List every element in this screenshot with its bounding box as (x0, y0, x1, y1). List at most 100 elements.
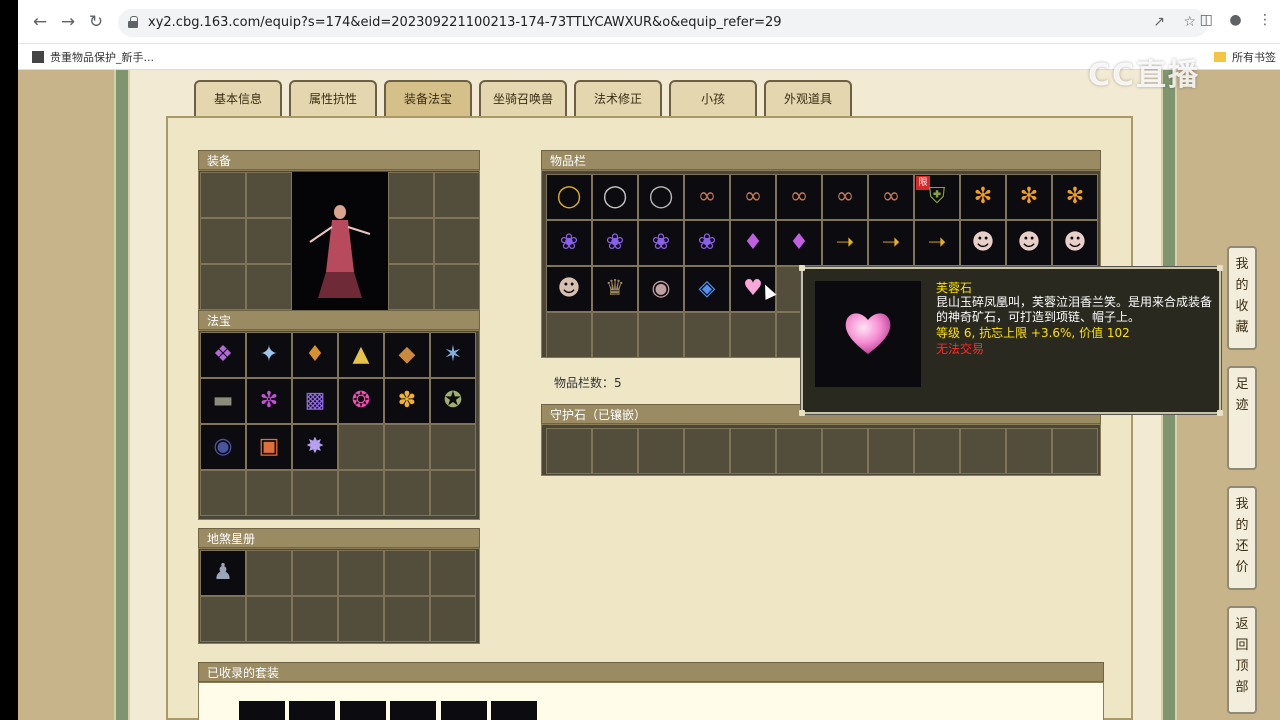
disha-slot[interactable] (200, 596, 246, 642)
fabao-item[interactable]: ▲ (338, 332, 384, 378)
inventory-item[interactable]: ✻ (960, 174, 1006, 220)
fabao-item[interactable]: ◆ (384, 332, 430, 378)
inventory-item[interactable]: ☻ (546, 266, 592, 312)
share-icon[interactable]: ↗ (1153, 14, 1165, 30)
inventory-slot[interactable] (638, 312, 684, 358)
sidepanel-icon[interactable]: ◫ (1200, 12, 1213, 28)
equip-slot[interactable] (200, 264, 246, 310)
guard-stone-slot[interactable] (1006, 428, 1052, 474)
fabao-item[interactable]: ♦ (292, 332, 338, 378)
fabao-item[interactable]: ❖ (200, 332, 246, 378)
equip-slot[interactable] (434, 172, 480, 218)
suit-item[interactable] (239, 701, 285, 720)
equip-slot[interactable] (246, 264, 292, 310)
tab-equipment[interactable]: 装备法宝 (384, 80, 472, 116)
fabao-slot[interactable] (338, 470, 384, 516)
disha-slot[interactable] (246, 596, 292, 642)
guard-stone-slot[interactable] (546, 428, 592, 474)
fabao-slot[interactable] (384, 470, 430, 516)
equip-slot[interactable] (434, 264, 480, 310)
inventory-item[interactable]: ➝ (868, 220, 914, 266)
fabao-slot[interactable] (200, 470, 246, 516)
sidebar-footprints[interactable]: 足迹 (1227, 366, 1257, 470)
fabao-item[interactable]: ◉ (200, 424, 246, 470)
disha-slot[interactable] (430, 596, 476, 642)
disha-item[interactable]: ♟ (200, 550, 246, 596)
inventory-item[interactable]: ❀ (592, 220, 638, 266)
guard-stone-slot[interactable] (1052, 428, 1098, 474)
guard-stone-slot[interactable] (822, 428, 868, 474)
inventory-item[interactable]: ☻ (1006, 220, 1052, 266)
profile-icon[interactable]: ● (1229, 12, 1241, 28)
inventory-item[interactable]: ➝ (914, 220, 960, 266)
inventory-slot[interactable] (684, 312, 730, 358)
inventory-item[interactable]: ◯ (592, 174, 638, 220)
inventory-item[interactable]: ◉ (638, 266, 684, 312)
fabao-item[interactable]: ✸ (292, 424, 338, 470)
guard-stone-slot[interactable] (684, 428, 730, 474)
guard-stone-slot[interactable] (868, 428, 914, 474)
inventory-item[interactable]: ∞ (730, 174, 776, 220)
fabao-item[interactable]: ✽ (384, 378, 430, 424)
inventory-slot[interactable] (592, 312, 638, 358)
disha-slot[interactable] (430, 550, 476, 596)
guard-stone-slot[interactable] (776, 428, 822, 474)
equip-slot[interactable] (434, 218, 480, 264)
inventory-item[interactable]: ♛ (592, 266, 638, 312)
disha-slot[interactable] (338, 596, 384, 642)
disha-slot[interactable] (292, 596, 338, 642)
equip-slot[interactable] (246, 172, 292, 218)
reload-icon[interactable]: ↻ (86, 12, 106, 32)
inventory-slot[interactable] (730, 312, 776, 358)
equip-slot[interactable] (246, 218, 292, 264)
suit-item[interactable] (491, 701, 537, 720)
inventory-item[interactable]: ∞ (868, 174, 914, 220)
fabao-slot[interactable] (338, 424, 384, 470)
inventory-item[interactable]: ◯ (638, 174, 684, 220)
disha-slot[interactable] (384, 550, 430, 596)
fabao-item[interactable]: ▩ (292, 378, 338, 424)
fabao-item[interactable]: ❂ (338, 378, 384, 424)
disha-slot[interactable] (338, 550, 384, 596)
sidebar-back-to-top[interactable]: 返回顶部 (1227, 606, 1257, 714)
all-bookmarks[interactable]: 所有书签 (1214, 49, 1276, 65)
inventory-item[interactable]: ☻ (960, 220, 1006, 266)
tab-attributes[interactable]: 属性抗性 (289, 80, 377, 116)
fabao-item[interactable]: ▣ (246, 424, 292, 470)
fabao-slot[interactable] (246, 470, 292, 516)
inventory-item[interactable]: ∞ (776, 174, 822, 220)
sidebar-my-favorites[interactable]: 我的收藏 (1227, 246, 1257, 350)
menu-icon[interactable]: ⋮ (1258, 12, 1272, 28)
equip-slot[interactable] (388, 218, 434, 264)
inventory-slot[interactable] (546, 312, 592, 358)
guard-stone-slot[interactable] (592, 428, 638, 474)
inventory-item[interactable]: ➝ (822, 220, 868, 266)
inventory-item[interactable]: ∞ (822, 174, 868, 220)
disha-slot[interactable] (384, 596, 430, 642)
disha-slot[interactable] (246, 550, 292, 596)
tab-appearance[interactable]: 外观道具 (764, 80, 852, 116)
tab-child[interactable]: 小孩 (669, 80, 757, 116)
inventory-item[interactable]: ✻ (1006, 174, 1052, 220)
inventory-item[interactable]: ❀ (638, 220, 684, 266)
sidebar-my-counteroffer[interactable]: 我的还价 (1227, 486, 1257, 590)
suit-item[interactable] (390, 701, 436, 720)
equip-slot[interactable] (200, 218, 246, 264)
equip-slot[interactable] (200, 172, 246, 218)
fabao-slot[interactable] (384, 424, 430, 470)
equip-slot[interactable] (388, 264, 434, 310)
guard-stone-slot[interactable] (914, 428, 960, 474)
inventory-item[interactable]: 限 ⛨ (914, 174, 960, 220)
inventory-item[interactable]: ◯ (546, 174, 592, 220)
inventory-item[interactable]: ✻ (1052, 174, 1098, 220)
suit-item[interactable] (441, 701, 487, 720)
inventory-item[interactable]: ☻ (1052, 220, 1098, 266)
fabao-item[interactable]: ✶ (430, 332, 476, 378)
suit-item[interactable] (340, 701, 386, 720)
inventory-item[interactable]: ∞ (684, 174, 730, 220)
fabao-slot[interactable] (292, 470, 338, 516)
inventory-item[interactable]: ♦ (776, 220, 822, 266)
inventory-item[interactable]: ❀ (684, 220, 730, 266)
tab-spells[interactable]: 法术修正 (574, 80, 662, 116)
url-text[interactable]: xy2.cbg.163.com/equip?s=174&eid=20230922… (148, 15, 782, 30)
